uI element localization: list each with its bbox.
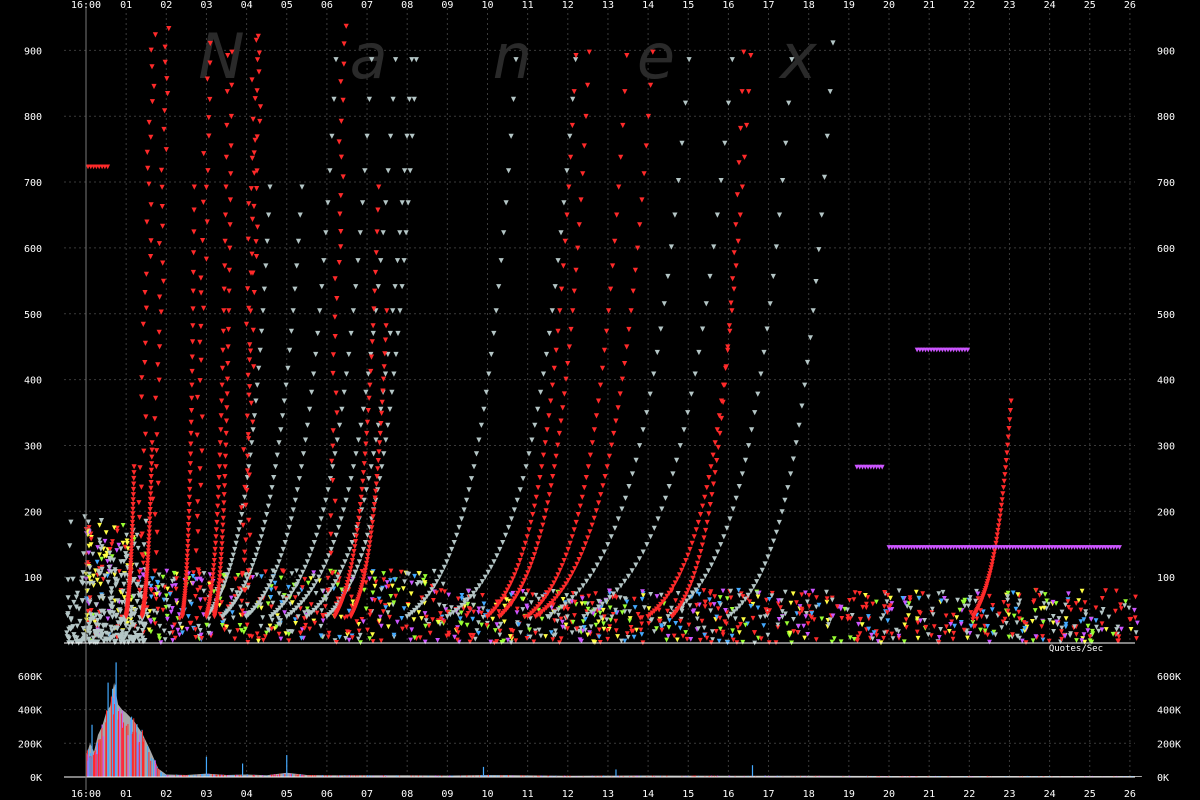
y-tick-label: 200K <box>1157 739 1181 750</box>
x-tick-label: 26 <box>1124 0 1136 11</box>
y-tick-label: 400 <box>24 376 42 387</box>
x-tick-label: 23 <box>1003 789 1015 800</box>
y-tick-label: 400 <box>1157 376 1175 387</box>
x-tick-label: 16 <box>722 0 734 11</box>
x-tick-label: 19 <box>843 789 855 800</box>
y-tick-label: 200 <box>1157 507 1175 518</box>
x-tick-label: 15 <box>682 789 694 800</box>
y-tick-label: 100 <box>24 573 42 584</box>
y-tick-label: 700 <box>1157 178 1175 189</box>
x-tick-label: 09 <box>441 0 453 11</box>
x-tick-label: 03 <box>200 0 212 11</box>
y-tick-label: 100 <box>1157 573 1175 584</box>
x-tick-label: 07 <box>361 789 373 800</box>
y-tick-label: 800 <box>24 112 42 123</box>
y-tick-label: 600K <box>18 672 42 683</box>
x-tick-label: 24 <box>1044 789 1056 800</box>
x-tick-label: 23 <box>1003 0 1015 11</box>
x-tick-label: 07 <box>361 0 373 11</box>
x-tick-label: 13 <box>602 0 614 11</box>
y-tick-label: 500 <box>24 310 42 321</box>
x-tick-label: 16 <box>722 789 734 800</box>
x-tick-label: 15 <box>682 0 694 11</box>
x-tick-label: 06 <box>321 0 333 11</box>
x-tick-label: 17 <box>763 789 775 800</box>
y-tick-label: 300 <box>1157 441 1175 452</box>
x-tick-label: 10 <box>481 789 493 800</box>
x-tick-label: 10 <box>481 0 493 11</box>
x-tick-label: 21 <box>923 0 935 11</box>
x-tick-label: 25 <box>1084 789 1096 800</box>
y-tick-label: 300 <box>24 441 42 452</box>
series-label: Quotes/Sec <box>1049 644 1103 654</box>
y-tick-label: 400K <box>1157 706 1181 717</box>
x-tick-label: 12 <box>562 0 574 11</box>
x-tick-label: 26 <box>1124 789 1136 800</box>
y-tick-label: 800 <box>1157 112 1175 123</box>
y-tick-label: 600 <box>1157 244 1175 255</box>
x-tick-label: 14 <box>642 0 654 11</box>
x-tick-label: 18 <box>803 0 815 11</box>
x-tick-label: 20 <box>883 0 895 11</box>
chart-watermark: Nanex <box>198 20 922 93</box>
x-tick-label: 11 <box>522 0 534 11</box>
x-tick-label: 08 <box>401 789 413 800</box>
y-tick-label: 0K <box>1157 773 1169 784</box>
x-tick-label: 18 <box>803 789 815 800</box>
x-tick-label: 05 <box>281 0 293 11</box>
y-tick-label: 500 <box>1157 310 1175 321</box>
y-tick-label: 900 <box>1157 46 1175 57</box>
y-tick-label: 900 <box>24 46 42 57</box>
x-tick-label: 16:00 <box>71 789 101 800</box>
x-tick-label: 02 <box>160 789 172 800</box>
x-tick-label: 17 <box>763 0 775 11</box>
x-tick-label: 21 <box>923 789 935 800</box>
x-tick-label: 22 <box>963 0 975 11</box>
y-tick-label: 600K <box>1157 672 1181 683</box>
x-tick-label: 01 <box>120 789 132 800</box>
x-tick-label: 01 <box>120 0 132 11</box>
x-tick-label: 03 <box>200 789 212 800</box>
x-tick-label: 04 <box>241 0 253 11</box>
x-tick-label: 02 <box>160 0 172 11</box>
x-tick-label: 12 <box>562 789 574 800</box>
x-tick-label: 11 <box>522 789 534 800</box>
y-tick-label: 200 <box>24 507 42 518</box>
y-tick-label: 600 <box>24 244 42 255</box>
x-tick-label: 08 <box>401 0 413 11</box>
x-tick-label: 06 <box>321 789 333 800</box>
x-tick-label: 13 <box>602 789 614 800</box>
x-tick-label: 05 <box>281 789 293 800</box>
x-tick-label: 24 <box>1044 0 1056 11</box>
x-tick-label: 14 <box>642 789 654 800</box>
quote-rate-chart: Nanex 16:00 01 02 03 04 05 06 07 08 09 10 11 12 13 14 1… <box>0 0 1200 800</box>
x-tick-label: 04 <box>241 789 253 800</box>
y-tick-label: 0K <box>30 773 42 784</box>
y-tick-label: 700 <box>24 178 42 189</box>
x-tick-label: 25 <box>1084 0 1096 11</box>
x-tick-label: 09 <box>441 789 453 800</box>
x-tick-label: 16:00 <box>71 0 101 11</box>
x-tick-label: 22 <box>963 789 975 800</box>
x-tick-label: 19 <box>843 0 855 11</box>
y-tick-label: 400K <box>18 706 42 717</box>
y-tick-label: 200K <box>18 739 42 750</box>
x-tick-label: 20 <box>883 789 895 800</box>
